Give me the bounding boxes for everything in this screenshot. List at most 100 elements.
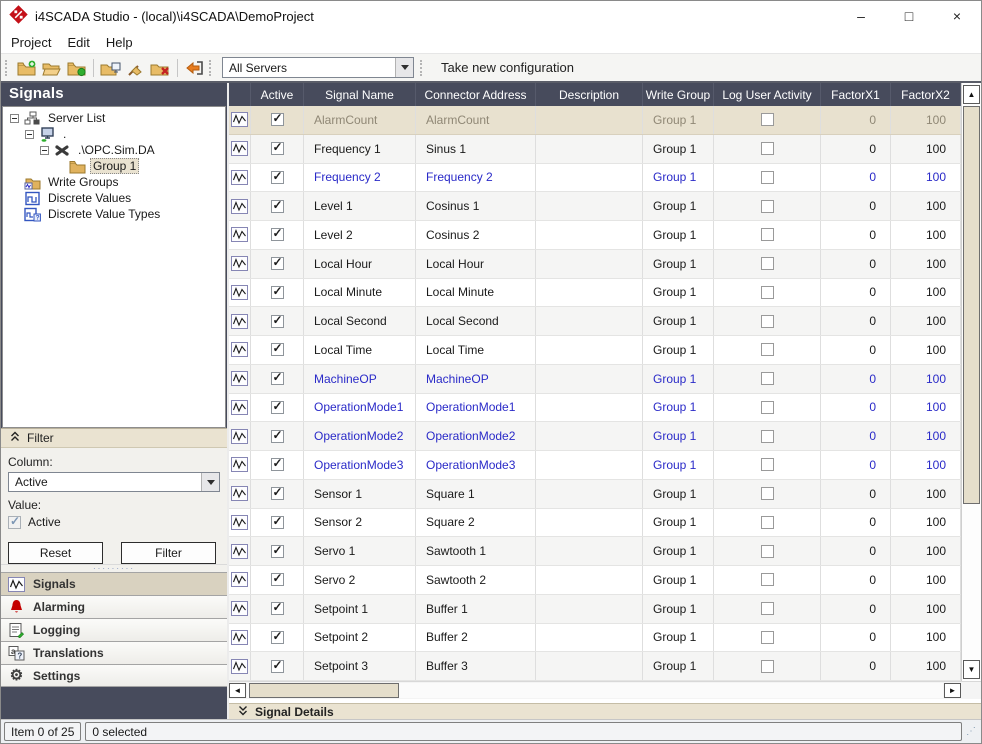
active-checkbox[interactable] (271, 660, 284, 673)
table-row[interactable]: AlarmCountAlarmCountGroup 10100 (229, 106, 961, 135)
active-checkbox[interactable] (271, 631, 284, 644)
log-user-activity-checkbox[interactable] (761, 516, 774, 529)
log-user-activity-checkbox[interactable] (761, 343, 774, 356)
table-row[interactable]: Sensor 1Square 1Group 10100 (229, 480, 961, 509)
filter-section-header[interactable]: Filter (1, 428, 227, 448)
scroll-left-button[interactable]: ◄ (229, 683, 246, 698)
tree-node-label[interactable]: Discrete Values (45, 190, 134, 206)
log-user-activity-checkbox[interactable] (761, 401, 774, 414)
vertical-scrollbar[interactable]: ▲ ▼ (961, 83, 981, 681)
active-checkbox[interactable] (271, 487, 284, 500)
nav-item-translations[interactable]: a?Translations (1, 641, 227, 664)
filter-column-dropdown-button[interactable] (201, 473, 219, 491)
active-checkbox[interactable] (271, 113, 284, 126)
resize-grip[interactable]: ⋰ (966, 726, 978, 737)
table-row[interactable]: Setpoint 3Buffer 3Group 10100 (229, 652, 961, 681)
column-header-factorx1[interactable]: FactorX1 (821, 83, 891, 106)
active-checkbox[interactable] (271, 257, 284, 270)
log-user-activity-checkbox[interactable] (761, 458, 774, 471)
active-checkbox[interactable] (271, 343, 284, 356)
filter-column-combobox[interactable]: Active (8, 472, 220, 492)
tree-node-label[interactable]: Server List (45, 110, 108, 126)
tree-node--[interactable]: . (7, 126, 225, 142)
filter-button[interactable]: Filter (121, 542, 216, 564)
active-checkbox[interactable] (271, 602, 284, 615)
log-user-activity-checkbox[interactable] (761, 200, 774, 213)
toolbar-grip[interactable] (5, 60, 11, 76)
column-header-active[interactable]: Active (251, 83, 304, 106)
take-new-configuration-button[interactable]: Take new configuration (429, 60, 586, 75)
filter-active-checkbox[interactable] (8, 516, 21, 529)
column-header-write-group[interactable]: Write Group (643, 83, 714, 106)
active-checkbox[interactable] (271, 200, 284, 213)
scroll-right-button[interactable]: ► (944, 683, 961, 698)
panel-splitter-handle[interactable]: ········· (1, 564, 227, 572)
deploy-button[interactable] (98, 56, 123, 79)
table-row[interactable]: Servo 1Sawtooth 1Group 10100 (229, 537, 961, 566)
tree-node-discrete-values[interactable]: Discrete Values (7, 190, 225, 206)
close-button[interactable]: × (933, 1, 981, 31)
active-checkbox[interactable] (271, 401, 284, 414)
horizontal-scrollbar[interactable]: ◄ ► (229, 681, 981, 699)
nav-item-alarming[interactable]: Alarming (1, 595, 227, 618)
log-user-activity-checkbox[interactable] (761, 142, 774, 155)
maximize-button[interactable]: □ (885, 1, 933, 31)
server-selector-dropdown-button[interactable] (395, 58, 413, 77)
table-row[interactable]: Level 2Cosinus 2Group 10100 (229, 221, 961, 250)
server-selector-combobox[interactable]: All Servers (222, 57, 414, 78)
active-checkbox[interactable] (271, 171, 284, 184)
table-row[interactable]: OperationMode1OperationMode1Group 10100 (229, 394, 961, 423)
log-user-activity-checkbox[interactable] (761, 430, 774, 443)
active-checkbox[interactable] (271, 315, 284, 328)
activate-project-button[interactable] (64, 56, 89, 79)
log-user-activity-checkbox[interactable] (761, 171, 774, 184)
toolbar-grip[interactable] (209, 60, 215, 76)
scroll-up-button[interactable]: ▲ (963, 85, 980, 104)
log-user-activity-checkbox[interactable] (761, 660, 774, 673)
minimize-button[interactable]: – (837, 1, 885, 31)
horizontal-scrollbar-thumb[interactable] (249, 683, 399, 698)
vertical-scrollbar-thumb[interactable] (963, 106, 980, 504)
active-checkbox[interactable] (271, 372, 284, 385)
column-header-factorx2[interactable]: FactorX2 (891, 83, 961, 106)
tree-node-label[interactable]: .\OPC.Sim.DA (75, 142, 158, 158)
column-header-log-user-activity[interactable]: Log User Activity (714, 83, 821, 106)
log-user-activity-checkbox[interactable] (761, 228, 774, 241)
column-header-signal-name[interactable]: Signal Name (304, 83, 416, 106)
tree-node-label[interactable]: . (60, 126, 69, 142)
table-row[interactable]: Local HourLocal HourGroup 10100 (229, 250, 961, 279)
log-user-activity-checkbox[interactable] (761, 573, 774, 586)
table-row[interactable]: Setpoint 1Buffer 1Group 10100 (229, 595, 961, 624)
active-checkbox[interactable] (271, 573, 284, 586)
exit-button[interactable] (182, 56, 207, 79)
log-user-activity-checkbox[interactable] (761, 545, 774, 558)
menu-item-help[interactable]: Help (98, 33, 141, 52)
new-project-button[interactable] (14, 56, 39, 79)
tree-node-server-list[interactable]: Server List (7, 110, 225, 126)
table-row[interactable]: Sensor 2Square 2Group 10100 (229, 509, 961, 538)
tree-node-label[interactable]: Discrete Value Types (45, 206, 163, 222)
table-row[interactable]: Frequency 2Frequency 2Group 10100 (229, 164, 961, 193)
active-checkbox[interactable] (271, 545, 284, 558)
open-project-button[interactable] (39, 56, 64, 79)
nav-item-logging[interactable]: Logging (1, 618, 227, 641)
scroll-down-button[interactable]: ▼ (963, 660, 980, 679)
log-user-activity-checkbox[interactable] (761, 286, 774, 299)
table-row[interactable]: Local TimeLocal TimeGroup 10100 (229, 336, 961, 365)
active-checkbox[interactable] (271, 286, 284, 299)
log-user-activity-checkbox[interactable] (761, 113, 774, 126)
tree-node-write-groups[interactable]: Write Groups (7, 174, 225, 190)
table-row[interactable]: OperationMode3OperationMode3Group 10100 (229, 451, 961, 480)
table-row[interactable]: Level 1Cosinus 1Group 10100 (229, 192, 961, 221)
table-row[interactable]: Local MinuteLocal MinuteGroup 10100 (229, 279, 961, 308)
menu-item-project[interactable]: Project (3, 33, 59, 52)
remove-button[interactable] (148, 56, 173, 79)
table-row[interactable]: Local SecondLocal SecondGroup 10100 (229, 307, 961, 336)
log-user-activity-checkbox[interactable] (761, 372, 774, 385)
menu-item-edit[interactable]: Edit (59, 33, 97, 52)
table-row[interactable]: OperationMode2OperationMode2Group 10100 (229, 422, 961, 451)
log-user-activity-checkbox[interactable] (761, 257, 774, 270)
log-user-activity-checkbox[interactable] (761, 631, 774, 644)
column-header-description[interactable]: Description (536, 83, 643, 106)
tree-node-label[interactable]: Group 1 (90, 158, 139, 174)
